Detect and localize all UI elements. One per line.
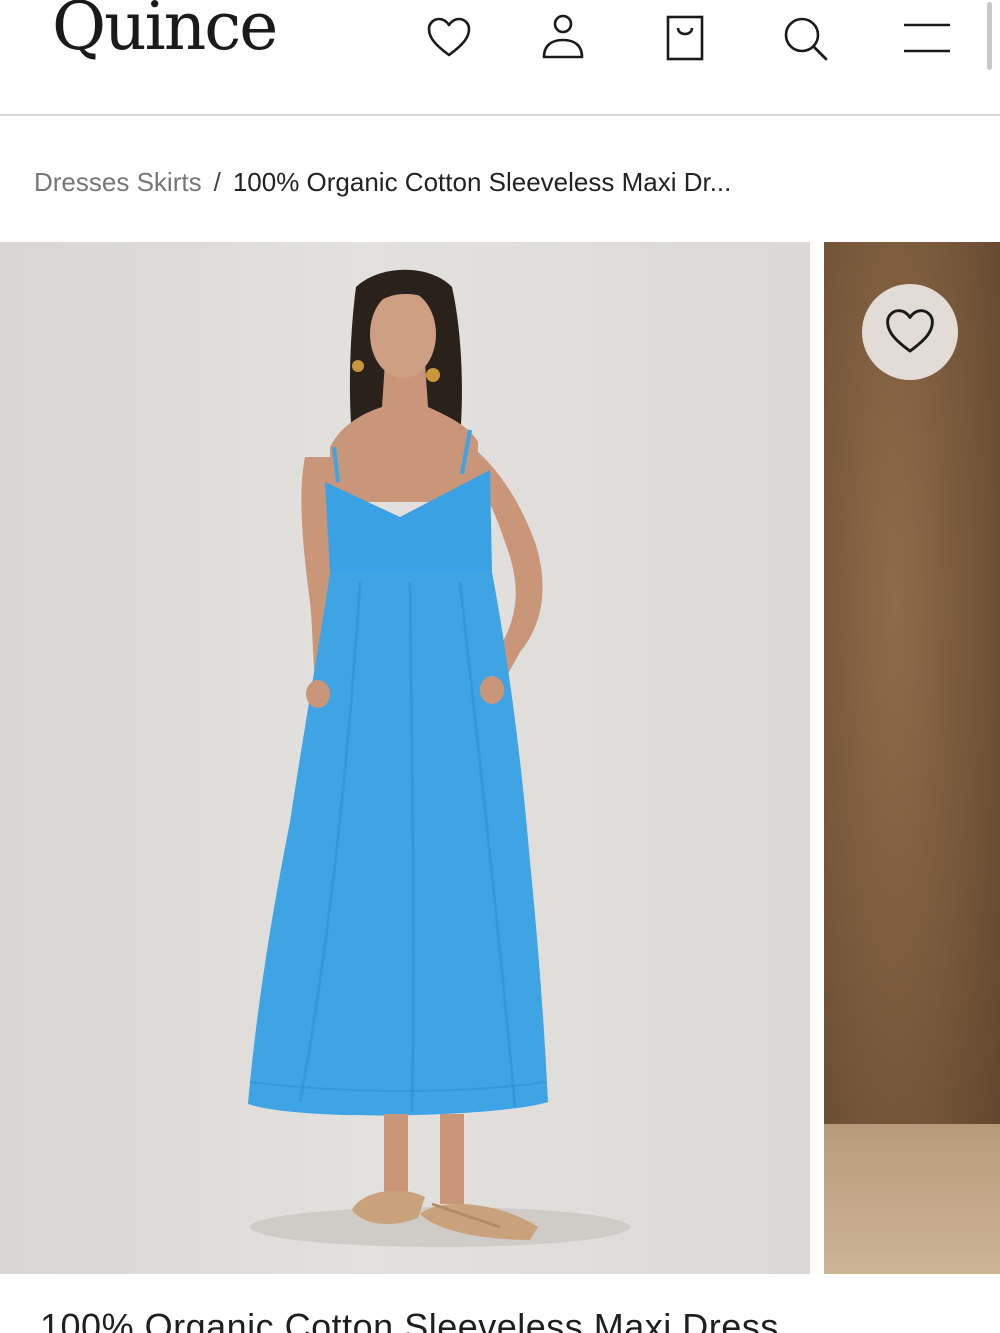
product-gallery[interactable] xyxy=(0,242,1000,1274)
wishlist-button[interactable] xyxy=(421,10,477,66)
bag-icon xyxy=(666,15,704,61)
search-button[interactable] xyxy=(777,10,833,66)
model-illustration xyxy=(248,269,630,1247)
page-scrollbar[interactable] xyxy=(987,2,992,70)
menu-button[interactable] xyxy=(899,10,955,66)
add-to-wishlist-button[interactable] xyxy=(862,284,958,380)
backdrop-floor xyxy=(824,1124,1000,1274)
heart-icon xyxy=(886,309,934,353)
menu-icon xyxy=(904,23,950,53)
search-icon xyxy=(784,17,828,61)
breadcrumb-category-link[interactable]: Dresses Skirts xyxy=(34,167,202,198)
breadcrumb: Dresses Skirts / 100% Organic Cotton Sle… xyxy=(34,160,731,204)
cart-button[interactable] xyxy=(657,10,713,66)
product-title: 100% Organic Cotton Sleeveless Maxi Dres… xyxy=(40,1306,779,1333)
product-image-main[interactable] xyxy=(0,242,810,1274)
quince-logo[interactable]: Quince xyxy=(52,0,278,60)
breadcrumb-separator: / xyxy=(213,166,221,197)
product-image-next[interactable] xyxy=(824,242,1000,1274)
account-button[interactable] xyxy=(535,10,591,66)
user-icon xyxy=(542,14,584,59)
heart-icon xyxy=(427,17,471,57)
site-header: Quince xyxy=(0,0,1000,116)
breadcrumb-current: 100% Organic Cotton Sleeveless Maxi Dr..… xyxy=(232,166,732,197)
